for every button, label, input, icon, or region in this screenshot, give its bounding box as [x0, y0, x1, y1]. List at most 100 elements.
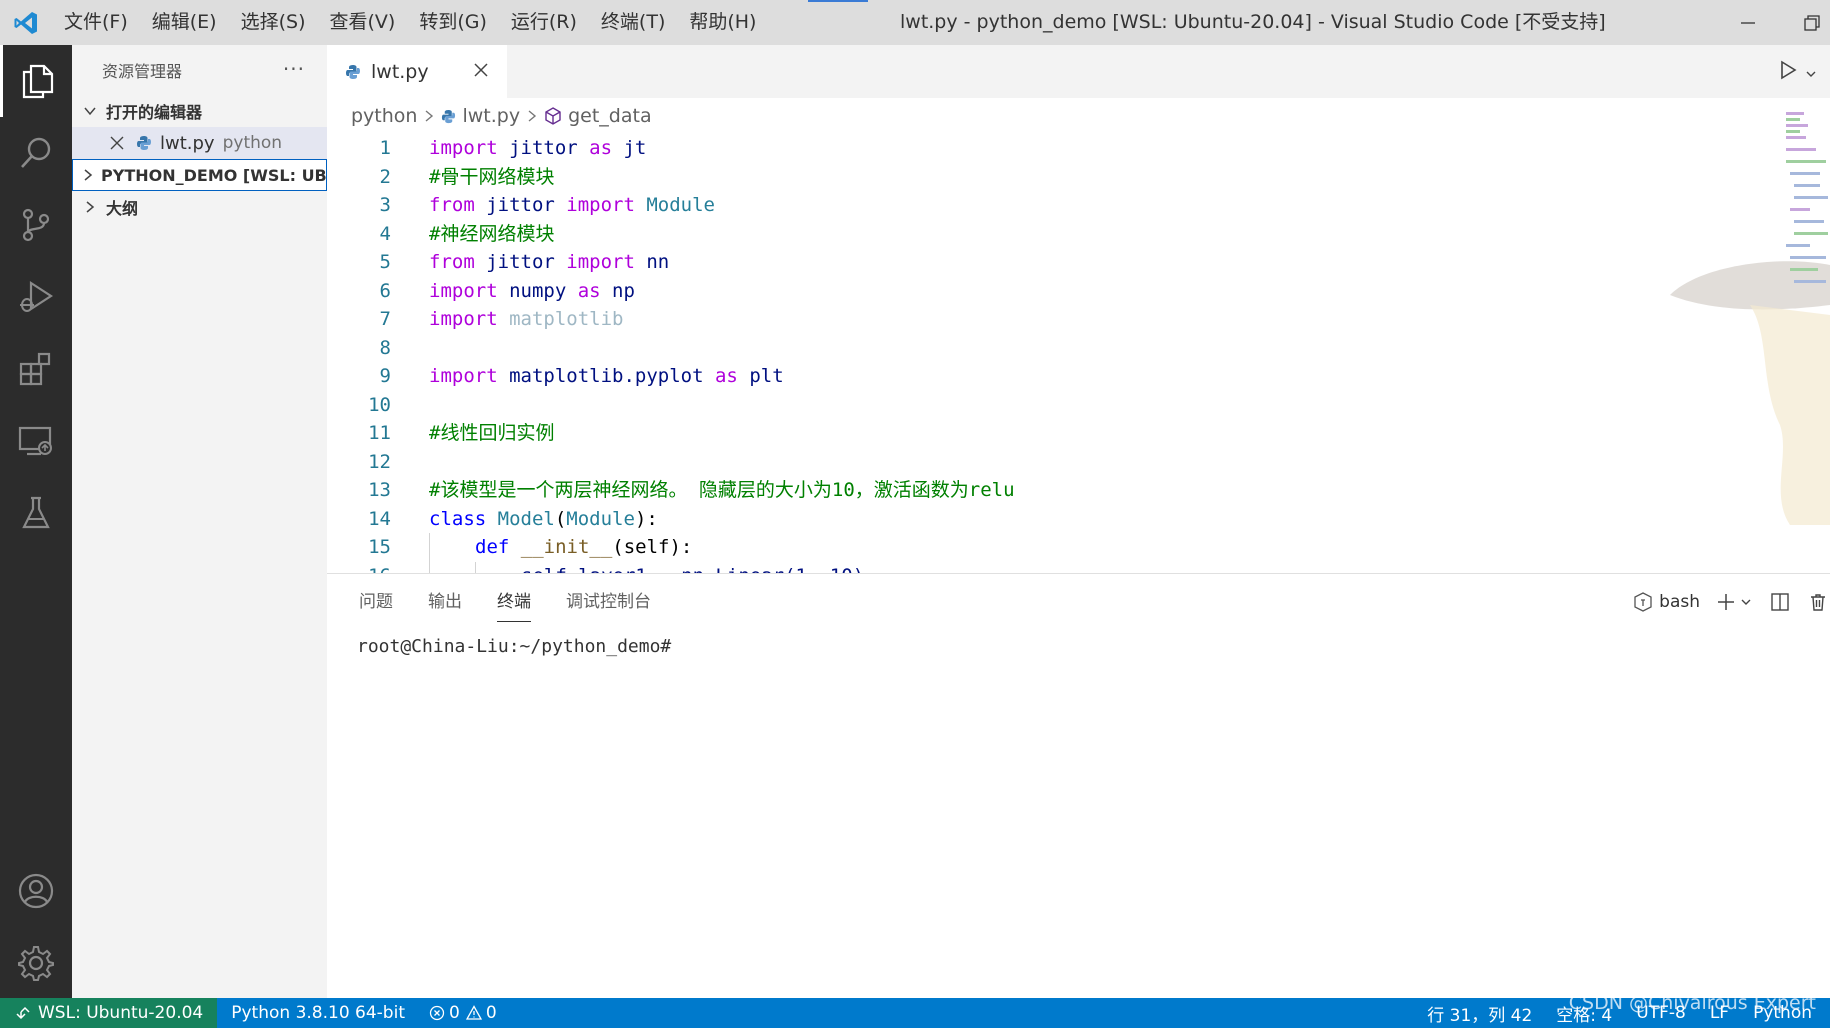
- workspace-folder-section[interactable]: PYTHON_DEMO [WSL: UB...: [72, 159, 327, 191]
- line-number: 15: [368, 536, 391, 558]
- code-alias: np: [600, 279, 635, 302]
- testing-activity-button[interactable]: [0, 477, 72, 549]
- code-comment: #神经网络模块: [429, 222, 555, 245]
- run-python-file-button[interactable]: [1777, 59, 1799, 85]
- cursor-position[interactable]: 行 31，列 42: [1415, 998, 1544, 1028]
- accounts-activity-button[interactable]: [0, 855, 72, 927]
- code-line: 5 from jittor import nn: [327, 248, 1507, 277]
- code-keyword: as: [577, 279, 601, 302]
- chevron-right-icon: [423, 109, 435, 123]
- error-icon: [429, 1005, 445, 1021]
- plus-icon: [1718, 594, 1734, 610]
- code-module: jittor: [474, 251, 567, 273]
- code-line: 12: [327, 448, 1507, 477]
- remote-indicator[interactable]: WSL: Ubuntu-20.04: [0, 998, 218, 1028]
- chevron-right-icon: [526, 109, 538, 123]
- breadcrumb-folder[interactable]: python: [351, 105, 417, 127]
- code-keyword: from: [429, 194, 475, 216]
- open-editor-item-lwt[interactable]: lwt.py python: [72, 127, 327, 159]
- code-line: 4 #神经网络模块: [327, 220, 1507, 249]
- code-line: 7 import matplotlib: [327, 305, 1507, 334]
- source-control-activity-button[interactable]: [0, 189, 72, 261]
- play-icon: [1781, 60, 1797, 80]
- menu-file[interactable]: 文件(F): [52, 0, 140, 45]
- activity-bar: [0, 45, 72, 998]
- menu-selection[interactable]: 选择(S): [229, 0, 318, 45]
- files-icon: [22, 64, 53, 99]
- line-number: 12: [368, 450, 391, 473]
- tab-label: lwt.py: [371, 60, 429, 83]
- breadcrumb-file[interactable]: lwt.py: [462, 105, 520, 127]
- code-function: __init__: [509, 536, 613, 558]
- breadcrumb-symbol[interactable]: get_data: [568, 105, 652, 127]
- code-line: 9 import matplotlib.pyplot as plt: [327, 362, 1507, 391]
- extensions-icon: [19, 352, 51, 386]
- tab-lwt-py[interactable]: lwt.py: [327, 45, 507, 98]
- split-icon: [1771, 593, 1789, 611]
- terminal-shell-label[interactable]: bash: [1659, 592, 1700, 612]
- open-editor-filename: lwt.py: [160, 132, 215, 154]
- window-title: lwt.py - python_demo [WSL: Ubuntu-20.04]…: [900, 11, 1606, 33]
- code-keyword: import: [566, 251, 635, 273]
- extensions-activity-button[interactable]: [0, 333, 72, 405]
- code-editor[interactable]: 1 import jittor as jt 2 #骨干网络模块 3 from jitt…: [327, 134, 1507, 573]
- code-alias: jt: [612, 137, 647, 159]
- search-activity-button[interactable]: [0, 117, 72, 189]
- line-number: 11: [368, 422, 391, 444]
- line-number: 2: [379, 165, 391, 188]
- menu-edit[interactable]: 编辑(E): [140, 0, 229, 45]
- minimize-button[interactable]: [1722, 0, 1774, 45]
- line-number: 14: [368, 507, 391, 530]
- restore-icon: [1804, 14, 1820, 31]
- code-module: nn: [634, 251, 670, 273]
- vscode-logo-icon[interactable]: [0, 0, 52, 45]
- tab-output[interactable]: 输出: [428, 574, 462, 630]
- code-keyword: import: [429, 137, 498, 159]
- indent-guide: [475, 561, 476, 573]
- problems-indicator[interactable]: 0 0: [417, 998, 509, 1028]
- close-tab-icon[interactable]: [473, 61, 489, 83]
- code-keyword: class: [429, 507, 487, 530]
- manage-activity-button[interactable]: [0, 927, 72, 999]
- panel-tabs: 问题 输出 终端 调试控制台: [327, 574, 1830, 630]
- menu-view[interactable]: 查看(V): [318, 0, 408, 45]
- open-editors-section[interactable]: 打开的编辑器: [72, 95, 327, 127]
- menu-go[interactable]: 转到(G): [407, 0, 499, 45]
- line-number: 7: [379, 308, 391, 330]
- python-file-icon: [136, 135, 152, 151]
- kill-terminal-button[interactable]: [1808, 592, 1828, 612]
- title-bar: 文件(F) 编辑(E) 选择(S) 查看(V) 转到(G) 运行(R) 终端(T…: [0, 0, 1830, 45]
- tab-terminal[interactable]: 终端: [497, 574, 531, 630]
- python-interpreter[interactable]: Python 3.8.10 64-bit: [217, 998, 417, 1028]
- code-line: 1 import jittor as jt: [327, 134, 1507, 163]
- chevron-right-icon: [80, 200, 100, 214]
- code-module: numpy: [497, 279, 578, 302]
- terminal-output[interactable]: root@China-Liu:~/python_demo#: [357, 636, 671, 657]
- close-editor-icon[interactable]: [110, 136, 124, 150]
- remote-explorer-activity-button[interactable]: [0, 405, 72, 477]
- explorer-activity-button[interactable]: [0, 45, 72, 117]
- code-line: 6 import numpy as np: [327, 277, 1507, 306]
- more-actions-icon[interactable]: ···: [283, 57, 305, 81]
- minimap[interactable]: [1784, 110, 1830, 283]
- run-dropdown-button[interactable]: [1805, 65, 1817, 84]
- new-terminal-button[interactable]: [1716, 592, 1736, 612]
- tab-problems[interactable]: 问题: [359, 574, 393, 630]
- title-accent-line: [808, 0, 868, 2]
- terminal-shell-icon: [1633, 592, 1653, 612]
- search-icon: [21, 137, 51, 168]
- terminal-dropdown-button[interactable]: [1740, 596, 1752, 608]
- code-line: 15 def __init__(self):: [327, 533, 1507, 562]
- split-terminal-button[interactable]: [1770, 592, 1790, 612]
- run-debug-activity-button[interactable]: [0, 261, 72, 333]
- menu-run[interactable]: 运行(R): [499, 0, 589, 45]
- menu-terminal[interactable]: 终端(T): [589, 0, 677, 45]
- tab-debug-console[interactable]: 调试控制台: [566, 574, 651, 630]
- code-unused-module: matplotlib: [497, 308, 624, 330]
- code-class: Module: [566, 507, 635, 530]
- outline-section[interactable]: 大纲: [72, 191, 327, 223]
- menu-help[interactable]: 帮助(H): [677, 0, 768, 45]
- testing-icon: [22, 496, 50, 529]
- restore-button[interactable]: [1786, 0, 1830, 45]
- code-line: 8: [327, 334, 1507, 363]
